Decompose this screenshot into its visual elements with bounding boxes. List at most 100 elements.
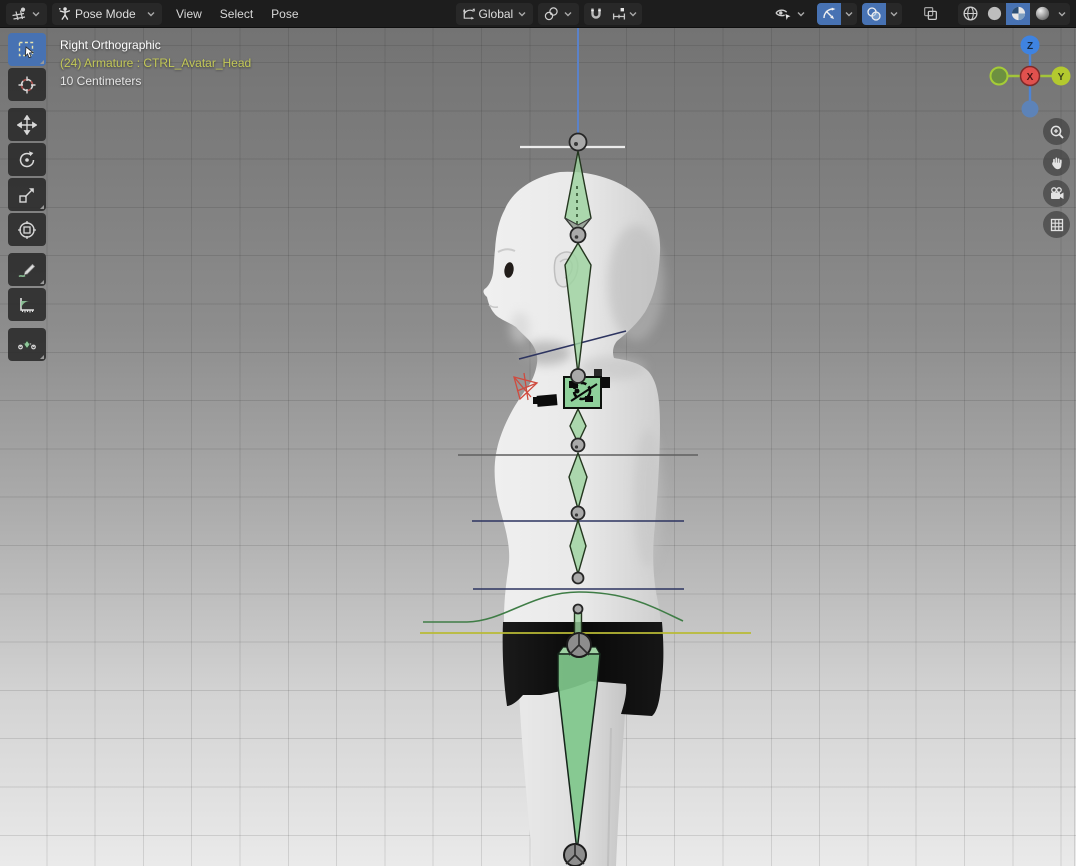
object-visibility-dropdown[interactable] (769, 3, 812, 25)
bone-hips-small[interactable] (573, 612, 583, 635)
gizmos-dropdown[interactable] (841, 3, 857, 25)
chevron-down-icon (518, 11, 526, 16)
joint-head-base (569, 226, 587, 244)
menu-pose[interactable]: Pose (262, 3, 307, 25)
overlays-icon (867, 6, 881, 21)
joint-hips-top (572, 603, 584, 615)
tool-shelf (8, 33, 46, 361)
breakdowner-icon (18, 339, 36, 349)
scene-canvas: Z Y X (420, 28, 1071, 866)
axis-navigation-gizmo[interactable]: Z Y X (989, 35, 1071, 118)
menu-view[interactable]: View (167, 3, 211, 25)
3d-viewport[interactable]: Z Y X Right Orthographic (24) Armature :… (0, 28, 1076, 866)
axis-x-label: X (1027, 72, 1034, 83)
shading-material-preview[interactable] (1006, 2, 1030, 25)
chevron-down-icon (32, 11, 40, 16)
pivot-point-dropdown[interactable] (538, 2, 580, 25)
viewport-header: Pose Mode View Select Pose Global (0, 0, 1076, 28)
hip-sphere[interactable] (566, 632, 592, 658)
active-object-text: (24) Armature : CTRL_Avatar_Head (60, 56, 252, 70)
chevron-down-icon (147, 11, 155, 16)
scale-icon (19, 187, 34, 203)
tool-measure[interactable] (8, 288, 46, 321)
tool-cursor[interactable] (8, 68, 46, 101)
overlays-group (862, 2, 902, 25)
blender-window: Pose Mode View Select Pose Global Z Y X … (0, 0, 1076, 866)
show-overlays-toggle[interactable] (862, 2, 886, 25)
tool-transform[interactable] (8, 213, 46, 246)
snap-magnet-toggle[interactable] (584, 3, 608, 25)
joint-spine-3 (570, 437, 586, 453)
gizmo-icon (823, 7, 836, 19)
pose-mode-icon (58, 7, 71, 20)
shading-solid[interactable] (982, 3, 1006, 25)
eye-pointer-icon (775, 9, 791, 20)
tool-annotate[interactable] (8, 253, 46, 286)
chevron-down-icon (1058, 11, 1066, 16)
shading-dropdown[interactable] (1054, 3, 1070, 25)
hand-icon (1051, 157, 1062, 169)
show-gizmos-toggle[interactable] (817, 2, 841, 25)
orientation-label: Global (478, 6, 514, 21)
pivot-point-icon (545, 6, 558, 20)
snap-increment-icon (613, 7, 626, 19)
viewport-overlay-text: Right Orthographic (24) Armature : CTRL_… (60, 36, 251, 90)
mode-label: Pose Mode (75, 6, 136, 21)
wireframe-sphere-icon (962, 6, 978, 21)
3d-cursor-icon (18, 76, 36, 93)
chevron-down-icon (797, 11, 805, 16)
xray-toggle[interactable] (918, 3, 942, 25)
zoom-icon (1050, 125, 1064, 139)
camera-icon (1050, 186, 1063, 199)
solid-sphere-icon (987, 6, 1001, 21)
viewport-nav-buttons (1043, 118, 1070, 238)
view-name-text: Right Orthographic (60, 38, 161, 52)
editor-3d-viewport-icon (12, 7, 26, 20)
shading-wireframe[interactable] (958, 3, 982, 25)
rendered-sphere-icon (1035, 6, 1049, 21)
shading-mode-group (958, 2, 1070, 25)
tool-rotate[interactable] (8, 143, 46, 176)
mode-dropdown[interactable]: Pose Mode (52, 2, 162, 25)
overlays-dropdown[interactable] (886, 3, 902, 25)
zoom-button[interactable] (1043, 118, 1070, 145)
tool-pose-breakdowner[interactable] (8, 328, 46, 361)
toggle-perspective-button[interactable] (1043, 211, 1070, 238)
select-box-icon (18, 41, 34, 58)
axis-neg-y-ball[interactable] (989, 66, 1009, 86)
joint-chest (570, 368, 586, 384)
transform-orientation-dropdown[interactable]: Global (455, 2, 534, 25)
tool-move[interactable] (8, 108, 46, 141)
shading-rendered[interactable] (1030, 3, 1054, 25)
measure-icon (20, 297, 34, 312)
chevron-down-icon (890, 11, 898, 16)
tool-tweak-select-box[interactable] (8, 33, 46, 66)
axis-z-label: Z (1027, 41, 1033, 52)
magnet-icon (591, 8, 602, 19)
camera-view-button[interactable] (1043, 180, 1070, 207)
move-icon (17, 114, 37, 135)
material-sphere-icon (1011, 6, 1025, 21)
root-end-sphere[interactable] (563, 843, 587, 866)
menubar: View Select Pose (167, 3, 308, 25)
snap-target-dropdown[interactable] (608, 3, 642, 25)
axis-neg-z-ball[interactable] (1021, 100, 1039, 118)
axis-y-label: Y (1058, 72, 1065, 83)
menu-select[interactable]: Select (211, 3, 262, 25)
grid-icon (1050, 218, 1063, 231)
joint-head-top (568, 132, 588, 152)
joint-spine-2 (570, 505, 586, 521)
joint-spine-1 (571, 571, 585, 585)
chevron-down-icon (845, 11, 853, 16)
annotate-pencil-icon (18, 263, 36, 277)
editor-type-button[interactable] (6, 2, 47, 25)
transform-icon (18, 220, 36, 239)
gizmos-group (817, 2, 857, 25)
grid-scale-text: 10 Centimeters (60, 74, 142, 88)
orientation-global-icon (462, 8, 475, 20)
rotate-icon (19, 150, 35, 167)
xray-icon (923, 7, 937, 20)
pan-button[interactable] (1043, 149, 1070, 176)
chevron-down-icon (629, 11, 637, 16)
tool-scale[interactable] (8, 178, 46, 211)
